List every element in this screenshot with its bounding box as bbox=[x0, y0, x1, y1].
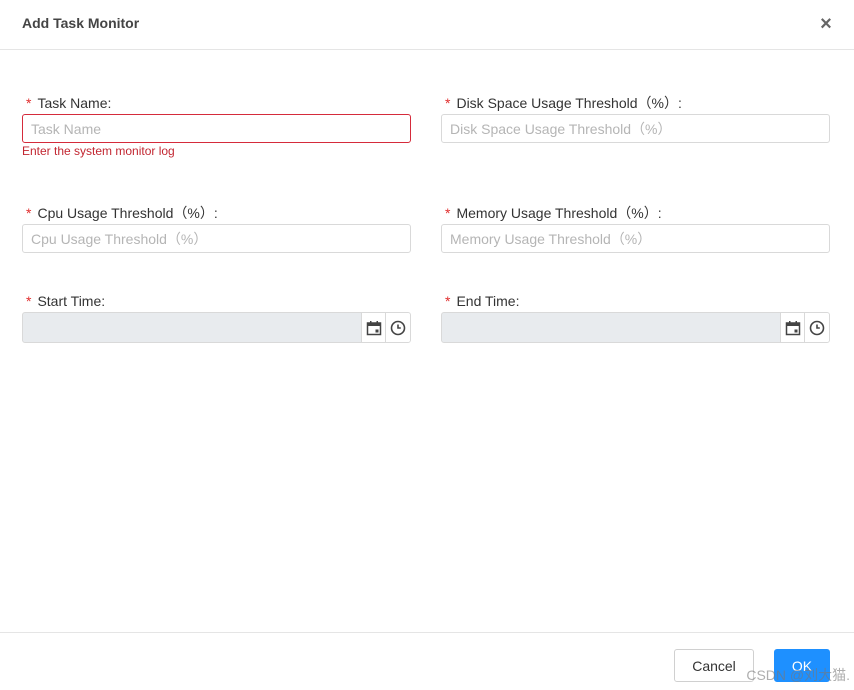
required-mark: * bbox=[26, 205, 32, 221]
close-icon[interactable]: × bbox=[816, 12, 836, 36]
required-mark: * bbox=[445, 95, 451, 111]
memory-threshold-input[interactable] bbox=[441, 224, 830, 253]
dialog-title: Add Task Monitor bbox=[22, 15, 140, 31]
calendar-icon[interactable] bbox=[361, 313, 386, 342]
disk-threshold-label: * Disk Space Usage Threshold（%）: bbox=[445, 95, 682, 111]
start-time-label: * Start Time: bbox=[26, 293, 106, 309]
disk-threshold-field: * Disk Space Usage Threshold（%）: bbox=[441, 94, 682, 112]
memory-threshold-field: * Memory Usage Threshold（%）: bbox=[441, 204, 662, 222]
start-time-field: * Start Time: bbox=[22, 292, 105, 310]
task-name-label: * Task Name: bbox=[26, 95, 112, 111]
end-time-picker[interactable] bbox=[441, 312, 830, 343]
dialog-footer: Cancel OK bbox=[0, 632, 854, 690]
watermark: CSDN @刘大猫. bbox=[746, 667, 850, 683]
memory-threshold-label: * Memory Usage Threshold（%）: bbox=[445, 205, 662, 221]
cpu-threshold-label: * Cpu Usage Threshold（%）: bbox=[26, 205, 218, 221]
dialog-header: Add Task Monitor × bbox=[0, 0, 854, 50]
calendar-icon[interactable] bbox=[780, 313, 805, 342]
add-task-monitor-dialog: Add Task Monitor × *Task Name: Enter the… bbox=[0, 0, 854, 690]
disk-threshold-input[interactable] bbox=[441, 114, 830, 143]
clock-icon[interactable] bbox=[804, 313, 829, 342]
cpu-threshold-input[interactable] bbox=[22, 224, 411, 253]
end-time-label: * End Time: bbox=[445, 293, 520, 309]
required-mark: * bbox=[445, 293, 451, 309]
task-name-input[interactable] bbox=[22, 114, 411, 143]
required-mark: * bbox=[445, 205, 451, 221]
end-time-field: * End Time: bbox=[441, 292, 519, 310]
required-mark: * bbox=[26, 95, 32, 111]
clock-icon[interactable] bbox=[385, 313, 410, 342]
cpu-threshold-field: * Cpu Usage Threshold（%）: bbox=[22, 204, 218, 222]
cancel-button[interactable]: Cancel bbox=[674, 649, 754, 682]
required-mark: * bbox=[26, 293, 32, 309]
task-name-field: * Task Name: bbox=[22, 94, 111, 112]
start-time-picker[interactable] bbox=[22, 312, 411, 343]
task-name-error: Enter the system monitor log bbox=[22, 144, 175, 158]
